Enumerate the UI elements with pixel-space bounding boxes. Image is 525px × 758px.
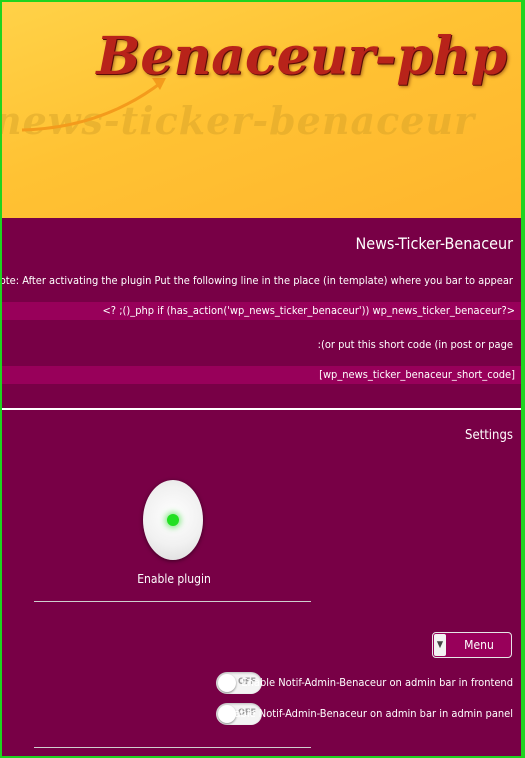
header-banner: news-ticker-benaceur Benaceur-php xyxy=(2,2,521,218)
enable-plugin-toggle[interactable] xyxy=(143,480,203,560)
menu-label: Menu xyxy=(464,638,494,652)
plugin-title: News-Ticker-Benaceur xyxy=(355,234,513,253)
php-code-text: <? ;()_php if (has_action('wp_news_ticke… xyxy=(102,304,515,317)
menu-button[interactable]: ▼ Menu xyxy=(432,632,512,658)
site-logo: Benaceur-php xyxy=(96,26,507,87)
admin-panel-bar-label: Enable Notif-Admin-Benaceur on admin bar… xyxy=(221,707,513,720)
shortcode-instruction: :(or put this short code (in post or pag… xyxy=(317,338,513,351)
shortcode-snippet: [wp_news_ticker_benaceur_short_code] xyxy=(2,366,521,384)
enable-plugin-label: Enable plugin xyxy=(137,572,211,586)
divider xyxy=(34,747,311,748)
settings-heading: Settings xyxy=(465,428,513,443)
frontend-admin-bar-label: Enable Notif-Admin-Benaceur on admin bar… xyxy=(241,676,513,689)
chevron-down-icon: ▼ xyxy=(434,634,446,656)
activation-note: :Note: After activating the plugin Put t… xyxy=(2,274,513,287)
status-indicator-icon xyxy=(167,514,179,526)
divider xyxy=(34,601,311,602)
plugin-settings-page: news-ticker-benaceur Benaceur-php News-T… xyxy=(2,2,521,756)
shortcode-text: [wp_news_ticker_benaceur_short_code] xyxy=(319,368,515,381)
php-code-snippet: <? ;()_php if (has_action('wp_news_ticke… xyxy=(2,302,521,320)
toggle-knob xyxy=(218,674,236,692)
section-divider xyxy=(2,408,521,410)
